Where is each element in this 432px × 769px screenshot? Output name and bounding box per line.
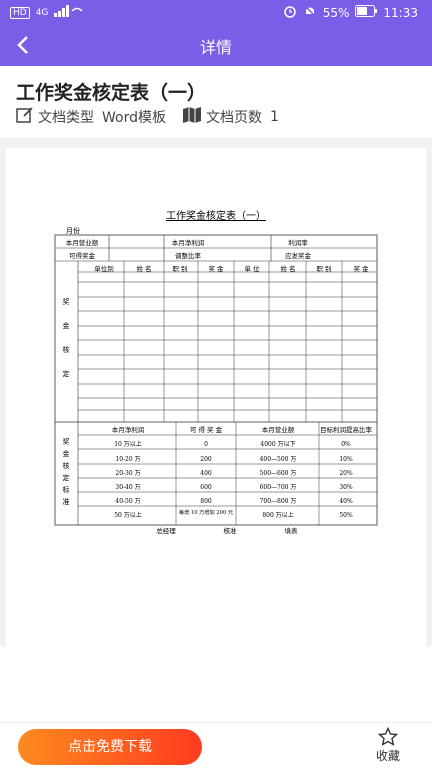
- signature-label: 总经理: [156, 526, 176, 535]
- standard-cell: 10 万以上: [114, 440, 142, 448]
- standard-cell: 0: [204, 441, 208, 448]
- standard-header: 可 得 奖 金: [190, 425, 223, 434]
- document-meta: 文档类型 Word模板 文档页数 1: [16, 106, 295, 128]
- doc-pages-value: 1: [269, 109, 279, 125]
- standard-header: 本月营业额: [262, 425, 295, 434]
- column-header: 姓 名: [280, 264, 295, 273]
- available-bonus-label: 可得奖金: [69, 251, 96, 260]
- standard-cell: 10-20 万: [115, 456, 140, 463]
- hd-badge: HD: [10, 6, 30, 19]
- app-bar: 详情: [0, 24, 432, 66]
- doc-type-label: 文档类型: [38, 110, 94, 126]
- network-label: 4G: [35, 7, 49, 18]
- clock: 11:33: [383, 5, 418, 20]
- edit-icon: [16, 106, 34, 128]
- standard-section-char: 准: [63, 497, 70, 506]
- bonus-section-char: 定: [63, 369, 70, 378]
- column-header: 单位别: [94, 264, 114, 273]
- monthly-profit-label: 本月净利润: [172, 238, 205, 247]
- column-header: 奖 金: [353, 264, 369, 273]
- standard-cell: 50 万以上: [114, 511, 142, 519]
- month-label: 月份: [66, 226, 80, 235]
- signature-label: 核准: [224, 526, 238, 535]
- column-header: 单 位: [244, 264, 260, 273]
- standard-cell: 700—800 万: [260, 498, 297, 505]
- adjust-ratio-label: 调整比率: [175, 251, 202, 260]
- bonus-section-char: 奖: [63, 297, 70, 306]
- standard-section-char: 定: [63, 473, 70, 482]
- standard-section-char: 核: [63, 461, 70, 470]
- star-icon: [368, 726, 408, 747]
- favorite-label: 收藏: [375, 749, 400, 763]
- bonus-section-char: 核: [63, 345, 70, 354]
- standard-cell: 20-30 万: [115, 470, 140, 477]
- column-header: 职 别: [316, 264, 331, 273]
- standard-cell: 500—600 万: [260, 470, 297, 477]
- standard-cell: 40%: [339, 498, 353, 505]
- standard-header: 目标利润提高比率: [320, 425, 373, 434]
- free-download-button[interactable]: 点击免费下载: [18, 729, 202, 765]
- standard-cell: 4000 万以下: [260, 441, 295, 448]
- standard-cell: 400—500 万: [260, 456, 297, 463]
- favorite-button[interactable]: 收藏: [368, 726, 408, 764]
- doc-pages-label: 文档页数: [205, 110, 262, 126]
- signal-icon: [54, 5, 83, 20]
- profit-rate-label: 利润率: [288, 238, 308, 247]
- standard-cell: 每增 10 万增加 200 元: [179, 508, 233, 516]
- standard-cell: 200: [200, 456, 212, 463]
- standard-header: 本月净利润: [112, 425, 145, 434]
- form-title: 工作奖金核定表（一）: [166, 209, 266, 222]
- monthly-revenue-label: 本月营业额: [66, 238, 99, 247]
- bonus-grid: [78, 261, 377, 422]
- bottom-bar: 点击免费下载 收藏: [0, 722, 432, 769]
- column-header: 奖 金: [208, 264, 224, 273]
- alarm-icon: [283, 4, 297, 21]
- column-header: 职 别: [172, 264, 187, 273]
- standard-cell: 30-40 万: [115, 484, 140, 491]
- bonus-section-char: 金: [63, 321, 70, 330]
- book-icon: [182, 106, 202, 128]
- standard-cell: 600: [200, 484, 212, 491]
- signature-label: 填表: [285, 526, 299, 535]
- doc-type-value: Word模板: [102, 110, 166, 126]
- document-title: 工作奖金核定表（一）: [16, 82, 207, 104]
- standard-cell: 30%: [339, 484, 353, 491]
- standard-section-char: 奖: [63, 437, 70, 446]
- standard-cell: 800: [200, 498, 212, 505]
- standard-cell: 40-50 万: [115, 498, 140, 505]
- mute-icon: [303, 4, 317, 21]
- standard-cell: 600—700 万: [260, 484, 297, 491]
- battery-text: 55%: [322, 5, 350, 20]
- document-preview: 工作奖金核定表（一） 月份 本月营业额 本月净利润 利润率 可得奖金 调整比率 …: [6, 148, 426, 646]
- standard-cell: 50%: [339, 512, 353, 519]
- standard-section-char: 金: [63, 449, 70, 458]
- standard-section-char: 标: [63, 485, 70, 494]
- page-title: 详情: [199, 38, 232, 57]
- battery-icon: [355, 5, 378, 20]
- standard-cell: 10%: [339, 456, 353, 463]
- status-bar: HD 4G 55% 11:33: [0, 0, 432, 24]
- standard-cell: 800 万以上: [262, 511, 293, 519]
- standard-cell: 400: [200, 470, 212, 477]
- standard-cell: 20%: [339, 470, 353, 477]
- payable-bonus-label: 应发奖金: [285, 251, 312, 260]
- standard-cell: 0%: [341, 441, 351, 448]
- column-header: 姓 名: [136, 264, 151, 273]
